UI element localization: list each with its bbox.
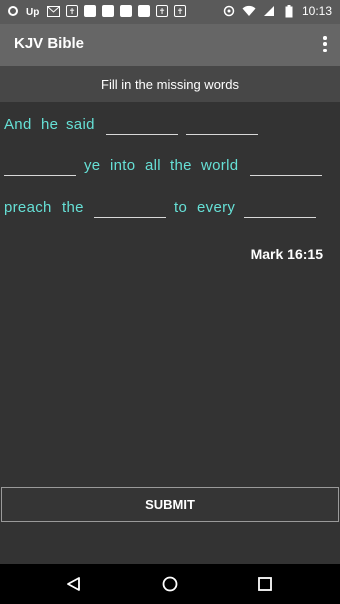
- gmail-icon: [46, 4, 60, 18]
- verse-word: preach: [4, 199, 52, 216]
- verse-line-3: preach the to every: [4, 196, 334, 220]
- verse-word: the: [170, 157, 192, 174]
- status-icons: Up ✝ ✝ ✝: [6, 4, 186, 18]
- verse-line-1: And he said: [4, 113, 334, 137]
- verse-word: world: [201, 157, 239, 174]
- blank-input[interactable]: [250, 158, 322, 176]
- bible-icon: ✝: [156, 5, 168, 17]
- signal-icon: [262, 4, 276, 18]
- app-icon-2: [102, 5, 114, 17]
- blank-input[interactable]: [186, 117, 258, 135]
- back-icon[interactable]: [66, 577, 80, 596]
- status-right: 10:13: [222, 4, 332, 18]
- verse-word: he: [41, 116, 59, 133]
- verse-word: to: [174, 199, 188, 216]
- verse-line-2: ye into all the world: [4, 154, 334, 178]
- navigation-bar: [0, 564, 340, 604]
- app-icon-3: [120, 5, 132, 17]
- instruction-text: Fill in the missing words: [101, 76, 239, 92]
- recents-icon[interactable]: [258, 577, 272, 596]
- status-time: 10:13: [301, 4, 332, 18]
- home-icon[interactable]: [162, 576, 178, 597]
- verse-word: all: [145, 157, 161, 174]
- submit-label: SUBMIT: [145, 497, 195, 512]
- app-icon-4: [138, 5, 150, 17]
- app-bar: KJV Bible: [0, 24, 340, 66]
- app-title: KJV Bible: [14, 35, 85, 52]
- svg-text:Up: Up: [26, 7, 39, 17]
- bible-icon: ✝: [66, 5, 78, 17]
- data-saver-icon: [222, 4, 236, 18]
- overflow-menu-icon[interactable]: [322, 36, 328, 52]
- app-icon-1: [84, 5, 96, 17]
- ring-icon: [6, 4, 20, 18]
- blank-input[interactable]: [94, 200, 166, 218]
- verse-word: the: [62, 199, 84, 216]
- bible-icon: ✝: [174, 5, 186, 17]
- blank-input[interactable]: [4, 158, 76, 176]
- instruction-banner: Fill in the missing words: [0, 66, 340, 102]
- wifi-icon: [242, 4, 256, 18]
- verse-word: said: [66, 116, 95, 133]
- verse-word: ye: [84, 157, 101, 174]
- submit-button[interactable]: SUBMIT: [1, 487, 339, 522]
- blank-input[interactable]: [244, 200, 316, 218]
- blank-input[interactable]: [106, 117, 178, 135]
- verse-word: And: [4, 116, 32, 133]
- status-bar: Up ✝ ✝ ✝ 10:13: [0, 0, 340, 24]
- verse-word: into: [110, 157, 136, 174]
- verse-reference: Mark 16:15: [250, 246, 323, 262]
- verse-word: every: [197, 199, 236, 216]
- battery-icon: [282, 4, 296, 18]
- upwork-icon: Up: [26, 4, 40, 18]
